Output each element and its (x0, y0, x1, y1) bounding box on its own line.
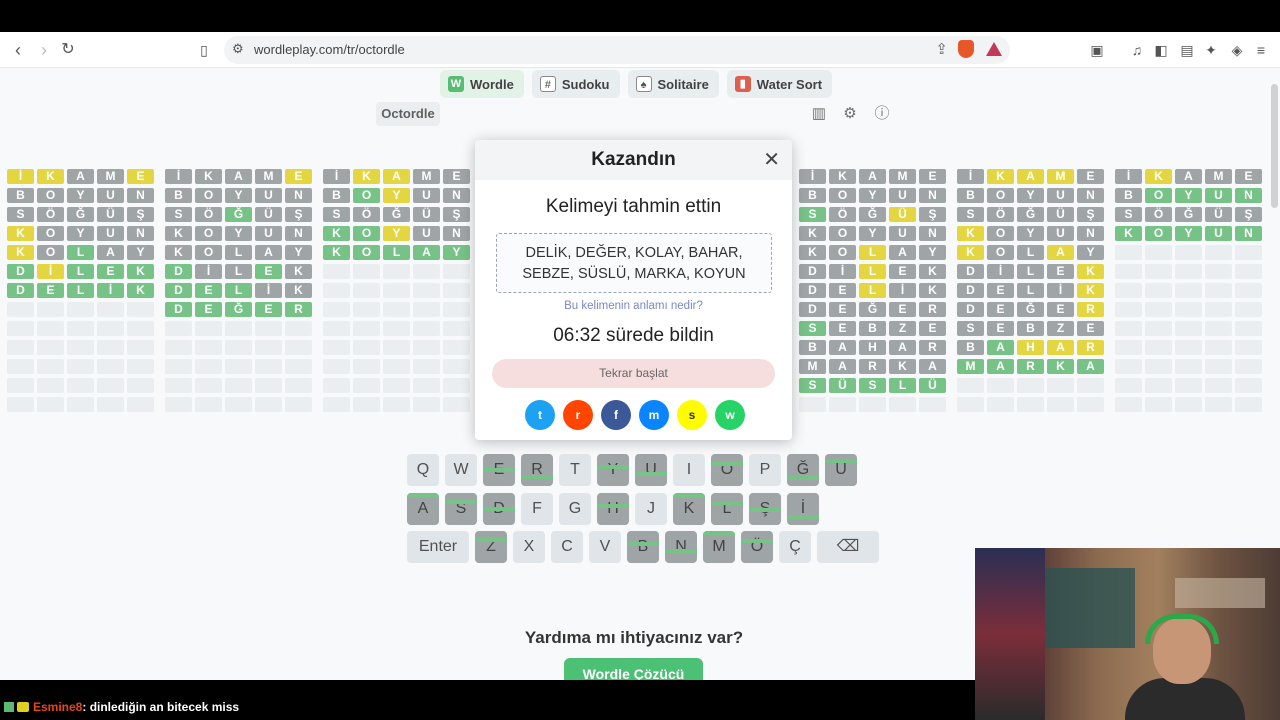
reddit-share-icon[interactable]: r (563, 400, 593, 430)
crown-badge-icon (17, 702, 29, 712)
chat-text: : dinlediğin an bitecek miss (82, 700, 240, 714)
headphones-icon (1145, 614, 1219, 644)
sidebar-icon[interactable]: ◧ (1152, 41, 1170, 59)
screenshot-icon[interactable]: ▣ (1088, 41, 1106, 59)
leo-ai-icon[interactable]: ✦ (1202, 41, 1220, 59)
meaning-link[interactable]: Bu kelimenin anlamı nedir? (475, 300, 792, 312)
browser-toolbar: ‹ › ↻ ▯ ⚙ wordleplay.com/tr/octordle ⇪ ▣… (0, 32, 1280, 68)
chat-bar: Esmine8: dinlediğin an bitecek miss (0, 680, 975, 720)
menu-icon[interactable]: ≡ (1252, 41, 1270, 59)
modal-subtitle: Kelimeyi tahmin ettin (545, 196, 722, 217)
facebook-share-icon[interactable]: f (601, 400, 631, 430)
modal-title: Kazandın (475, 140, 792, 180)
messenger-share-icon[interactable]: m (639, 400, 669, 430)
twitter-share-icon[interactable]: t (525, 400, 555, 430)
win-modal: Kazandın ✕ Kelimeyi tahmin ettin DELİK, … (475, 140, 792, 440)
bookmark-icon[interactable]: ▯ (194, 40, 214, 60)
forward-icon[interactable]: › (34, 40, 54, 60)
media-icon[interactable]: ♫ (1128, 41, 1146, 59)
url-text: wordleplay.com/tr/octordle (254, 42, 405, 57)
wallet-icon[interactable]: ▤ (1178, 41, 1196, 59)
webcam-shelf (1175, 578, 1265, 608)
solved-words-line-1: DELİK, DEĞER, KOLAY, BAHAR, (525, 245, 743, 261)
site-settings-icon[interactable]: ⚙ (232, 41, 244, 57)
top-black-bar (0, 0, 1280, 32)
back-icon[interactable]: ‹ (8, 40, 28, 60)
webcam-overlay (975, 548, 1280, 720)
share-buttons: trfmsw (525, 400, 745, 430)
reload-icon[interactable]: ↻ (58, 40, 78, 60)
solved-words-box: DELİK, DEĞER, KOLAY, BAHAR, SEBZE, SÜSLÜ… (496, 233, 772, 293)
brave-shield-icon[interactable] (958, 40, 974, 58)
vpn-icon[interactable]: ◈ (1228, 41, 1246, 59)
webcam-poster (975, 548, 1045, 720)
webcam-background-frame (1045, 568, 1135, 648)
plus-badge-icon (4, 702, 14, 712)
close-icon[interactable]: ✕ (763, 150, 780, 170)
brave-rewards-icon[interactable] (986, 42, 1002, 56)
snapchat-share-icon[interactable]: s (677, 400, 707, 430)
webcam-person-body (1125, 678, 1245, 720)
whatsapp-share-icon[interactable]: w (715, 400, 745, 430)
chat-message: Esmine8: dinlediğin an bitecek miss (4, 700, 239, 714)
solved-words-line-2: SEBZE, SÜSLÜ, MARKA, KOYUN (522, 266, 746, 282)
chat-username: Esmine8 (33, 700, 83, 714)
restart-button[interactable]: Tekrar başlat (492, 359, 775, 388)
time-message: 06:32 sürede bildin (553, 325, 714, 346)
share-icon[interactable]: ⇪ (935, 40, 948, 58)
address-bar[interactable]: ⚙ wordleplay.com/tr/octordle ⇪ (224, 36, 1010, 64)
